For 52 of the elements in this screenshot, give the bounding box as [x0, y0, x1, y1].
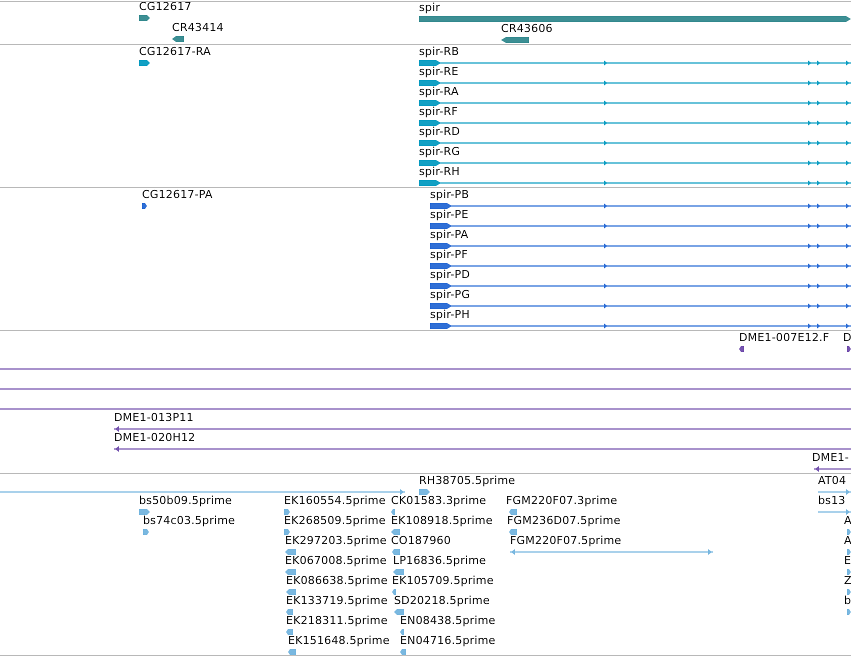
feature-label: CO187960 — [391, 534, 451, 547]
feature-label: FGM220F07.5prime — [510, 534, 622, 547]
feature-label: spir — [419, 2, 440, 14]
feature-label: CG12617 — [139, 2, 192, 13]
feature-label: EK268509.5prime — [284, 514, 386, 527]
feature-label: EK151648.5prime — [288, 634, 390, 647]
feature-label: CK01583.3prime — [391, 494, 486, 507]
feature-label: Z — [844, 574, 851, 587]
feature-label: LP16836.5prime — [393, 554, 486, 567]
feature-label: spir-PA — [430, 228, 468, 241]
feature-label: DME1-013P11 — [114, 411, 194, 424]
feature-label: D — [843, 331, 851, 344]
feature-label: spir-RH — [419, 165, 460, 178]
feature-label: E — [844, 554, 851, 567]
feature-label: spir-PE — [430, 208, 469, 221]
feature-label: spir-PH — [430, 308, 470, 321]
feature-label: b — [844, 594, 851, 607]
feature-label: bs13 — [818, 494, 846, 507]
feature-label: DME1-020H12 — [114, 431, 196, 444]
feature-label: EK086638.5prime — [286, 574, 388, 587]
feature-label: spir-RF — [419, 105, 458, 118]
feature-label: EK067008.5prime — [285, 554, 387, 567]
feature-label: EK218311.5prime — [286, 614, 388, 627]
feature-label: bs50b09.5prime — [139, 494, 232, 507]
feature-label: FGM220F07.3prime — [506, 494, 618, 507]
feature-label: EN04716.5prime — [400, 634, 496, 647]
feature-label: bs74c03.5prime — [143, 514, 236, 527]
feature-label: CG12617-RA — [139, 45, 211, 58]
feature-label: EK105709.5prime — [392, 574, 494, 587]
feature-label: CG12617-PA — [142, 188, 213, 201]
feature-label: EK108918.5prime — [391, 514, 493, 527]
feature-label: SD20218.5prime — [394, 594, 490, 607]
feature-label: AT04 — [818, 474, 846, 487]
feature-label: spir-PF — [430, 248, 468, 261]
feature-label: spir-PB — [430, 188, 470, 201]
feature-label: FGM236D07.5prime — [507, 514, 621, 527]
feature-label: spir-RE — [419, 65, 459, 78]
feature-label: spir-RB — [419, 45, 460, 58]
feature-label: CR43606 — [501, 22, 553, 35]
feature-label: spir-RG — [419, 145, 460, 158]
feature-label: EK297203.5prime — [285, 534, 387, 547]
feature-label: EK160554.5prime — [284, 494, 386, 507]
feature-label: RH38705.5prime — [419, 474, 516, 487]
feature-label: spir-RA — [419, 85, 459, 98]
feature-label: spir-PD — [430, 268, 470, 281]
feature-label: EN08438.5prime — [400, 614, 496, 627]
feature-label: spir-RD — [419, 125, 460, 138]
feature-label: spir-PG — [430, 288, 470, 301]
feature-label: DME1- — [812, 451, 849, 464]
feature-label: CR43414 — [172, 21, 224, 34]
feature-label: EK133719.5prime — [286, 594, 388, 607]
feature-label: DME1-007E12.F — [739, 331, 830, 344]
